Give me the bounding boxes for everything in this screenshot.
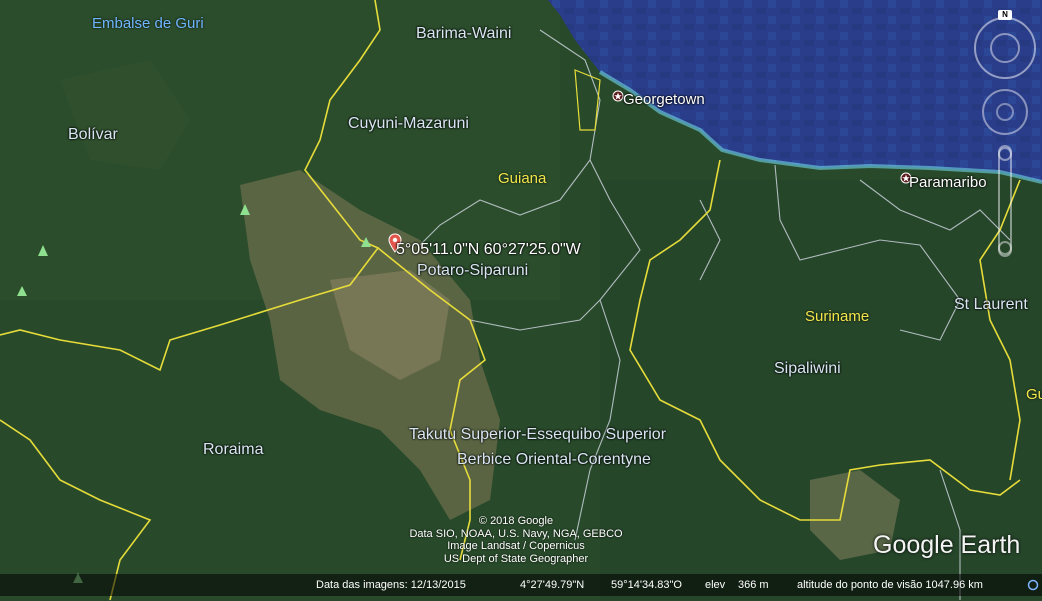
attribution: © 2018 Google Data SIO, NOAA, U.S. Navy,… [366,515,666,565]
region-label-sipaliwini: Sipaliwini [774,360,841,377]
region-label-potaro-siparuni: Potaro-Siparuni [417,262,529,279]
region-label-takutu: Takutu Superior-Essequibo Superior [409,426,667,443]
park-tree-icon[interactable] [36,244,50,258]
attribution-line: Image Landsat / Copernicus [447,540,585,552]
region-label-bolivar: Bolívar [68,126,118,143]
region-label-roraima: Roraima [203,441,264,458]
imagery-date: Data das imagens: 12/13/2015 [316,579,466,591]
country-label-guiana: Guiana [498,170,547,187]
region-label-barima-waini: Barima-Waini [416,25,512,42]
park-tree-icon[interactable] [360,236,372,248]
elevation-label: elev [705,579,726,591]
region-label-cuyuni-mazaruni: Cuyuni-Mazaruni [348,115,469,132]
latitude-readout: 4°27'49.79"N [520,579,585,591]
attribution-line: US Dept of State Geographer [443,552,589,565]
attribution-line: © 2018 Google [478,515,554,527]
region-label-berbice: Berbice Oriental-Corentyne [457,451,651,468]
longitude-readout: 59°14'34.83"O [611,579,682,591]
elevation-value: 366 m [738,579,769,591]
partial-label: Gu [1026,386,1042,403]
placemark-coordinates-label[interactable]: 5°05'11.0"N 60°27'25.0"W [396,241,581,259]
reservoir-label: Embalse de Guri [92,15,204,32]
north-indicator[interactable]: N [998,10,1012,20]
attribution-line: Data SIO, NOAA, U.S. Navy, NGA, GEBCO [409,527,623,540]
compass-ring-icon[interactable] [971,8,1039,273]
eye-altitude: altitude do ponto de visão 1047.96 km [797,579,983,591]
google-earth-logo: Google Earth [873,531,1021,559]
streaming-indicator-icon [1027,579,1039,591]
country-label-suriname: Suriname [805,308,870,325]
park-tree-icon[interactable] [238,203,252,217]
status-bar: Data das imagens: 12/13/2015 4°27'49.79"… [0,574,1042,596]
park-tree-icon[interactable] [16,285,28,297]
city-label-georgetown: Georgetown [623,91,705,108]
map-viewport[interactable]: Embalse de Guri Barima-Waini Cuyuni-Maza… [0,0,1042,601]
region-label-st-laurent: St Laurent [954,296,1028,313]
satellite-imagery [0,0,1042,601]
navigation-controls: N [971,8,1039,278]
